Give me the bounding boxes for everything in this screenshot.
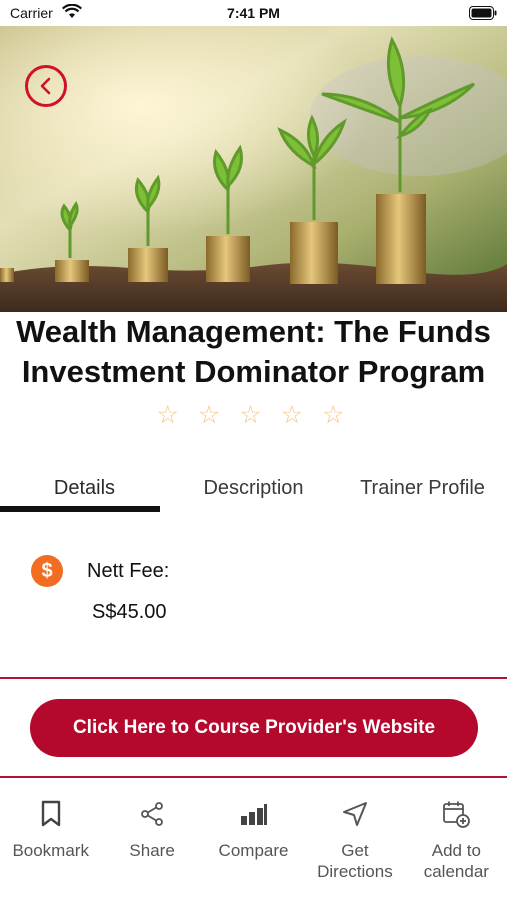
status-time: 7:41 PM	[227, 5, 280, 21]
divider	[0, 677, 507, 679]
directions-icon	[342, 802, 367, 826]
status-bar: Carrier 7:41 PM	[0, 0, 507, 26]
fee-label: Nett Fee:	[87, 560, 170, 582]
rating-star[interactable]: ☆	[281, 400, 309, 430]
rating-star[interactable]: ☆	[157, 400, 185, 430]
rating-star[interactable]: ☆	[239, 400, 267, 430]
share-label: Share	[129, 841, 175, 860]
active-tab-indicator	[0, 506, 160, 512]
rating-star[interactable]: ☆	[322, 400, 350, 430]
tab-trainer-profile[interactable]: Trainer Profile	[338, 468, 507, 514]
tab-description[interactable]: Description	[169, 468, 338, 514]
dollar-icon: $	[31, 555, 63, 587]
get-directions-button[interactable]: Get Directions	[304, 780, 405, 900]
bottom-action-bar: Bookmark Share Compare Get Directions Ad…	[0, 780, 507, 900]
hero-illustration	[0, 26, 507, 312]
rating-stars[interactable]: ☆ ☆ ☆ ☆ ☆	[0, 400, 507, 430]
course-hero-image	[0, 26, 507, 312]
share-icon	[141, 802, 164, 826]
bookmark-button[interactable]: Bookmark	[0, 780, 101, 900]
bookmark-label: Bookmark	[12, 841, 89, 860]
add-to-calendar-label: Add to calendar	[423, 841, 489, 881]
calendar-add-icon	[443, 801, 471, 828]
back-button[interactable]	[25, 65, 67, 107]
get-directions-label: Get Directions	[317, 841, 393, 881]
divider	[0, 776, 507, 778]
compare-button[interactable]: Compare	[203, 780, 304, 900]
chevron-left-icon	[40, 77, 51, 95]
share-button[interactable]: Share	[101, 780, 202, 900]
compare-icon	[240, 804, 267, 825]
rating-star[interactable]: ☆	[198, 400, 226, 430]
compare-label: Compare	[218, 841, 289, 860]
fee-value: S$45.00	[92, 601, 167, 623]
course-provider-website-button[interactable]: Click Here to Course Provider's Website	[30, 699, 478, 757]
add-to-calendar-button[interactable]: Add to calendar	[406, 780, 507, 900]
course-title: Wealth Management: The Funds Investment …	[16, 314, 491, 389]
bookmark-icon	[41, 800, 60, 827]
battery-icon	[469, 6, 497, 20]
